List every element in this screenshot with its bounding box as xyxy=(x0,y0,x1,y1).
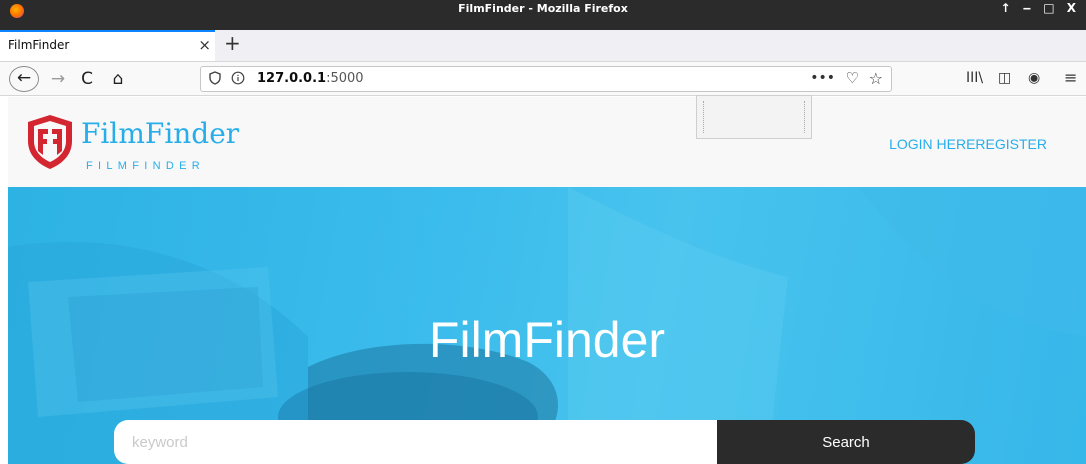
page-content: FilmFinder FILMFINDER LOGIN HEREREGISTER… xyxy=(8,97,1086,464)
tab-strip: FilmFinder × + xyxy=(0,30,1086,62)
search-input[interactable] xyxy=(114,420,718,464)
reload-button[interactable]: C xyxy=(77,66,97,92)
tab-filmfinder[interactable]: FilmFinder × xyxy=(0,30,215,61)
url-bar[interactable]: 127.0.0.1:5000 ••• ♡ ☆ xyxy=(200,66,892,92)
logo-text[interactable]: FilmFinder xyxy=(81,117,239,150)
account-icon[interactable]: ◉ xyxy=(1028,70,1040,86)
window-controls[interactable]: ↑ ‒ □ X xyxy=(1000,1,1080,15)
register-link[interactable]: REGISTER xyxy=(975,136,1047,152)
tracking-shield-icon[interactable] xyxy=(209,71,221,89)
page-actions-icon[interactable]: ••• xyxy=(810,70,835,86)
close-icon[interactable]: × xyxy=(198,36,211,54)
hero-title: FilmFinder xyxy=(428,312,666,368)
hero-banner: FilmFinder Search xyxy=(8,187,1086,464)
library-icon[interactable]: III\ xyxy=(966,70,983,86)
popup-divider-right xyxy=(803,101,805,133)
window-titlebar: FilmFinder - Mozilla Firefox ↑ ‒ □ X xyxy=(0,0,1086,30)
hamburger-menu-icon[interactable]: ≡ xyxy=(1064,68,1077,87)
back-button[interactable]: ← xyxy=(9,66,39,92)
sidebar-icon[interactable]: ◫ xyxy=(998,70,1011,86)
popup-divider-left xyxy=(703,101,705,133)
tab-title: FilmFinder xyxy=(8,38,70,52)
site-info-icon[interactable] xyxy=(231,71,245,89)
url-host: 127.0.0.1 xyxy=(257,71,327,86)
forward-button[interactable]: → xyxy=(48,66,68,92)
header-nav: LOGIN HEREREGISTER xyxy=(889,136,1047,152)
bookmark-star-icon[interactable]: ☆ xyxy=(869,69,883,88)
navigation-toolbar: ← → C ⌂ 127.0.0.1:5000 ••• ♡ ☆ III\ ◫ ◉ … xyxy=(0,62,1086,96)
search-button[interactable]: Search xyxy=(717,420,975,464)
login-link[interactable]: LOGIN HERE xyxy=(889,136,975,152)
home-button[interactable]: ⌂ xyxy=(106,66,130,92)
site-header: FilmFinder FILMFINDER LOGIN HEREREGISTER xyxy=(8,97,1086,187)
url-text[interactable]: 127.0.0.1:5000 xyxy=(257,71,364,86)
window-title: FilmFinder - Mozilla Firefox xyxy=(458,2,628,15)
pocket-icon[interactable]: ♡ xyxy=(846,69,859,87)
filmfinder-shield-logo-icon[interactable] xyxy=(24,113,76,171)
logo-subtitle: FILMFINDER xyxy=(86,160,205,172)
url-dropdown-popup xyxy=(696,95,812,139)
new-tab-button[interactable]: + xyxy=(224,31,241,55)
url-port: :5000 xyxy=(326,71,364,86)
